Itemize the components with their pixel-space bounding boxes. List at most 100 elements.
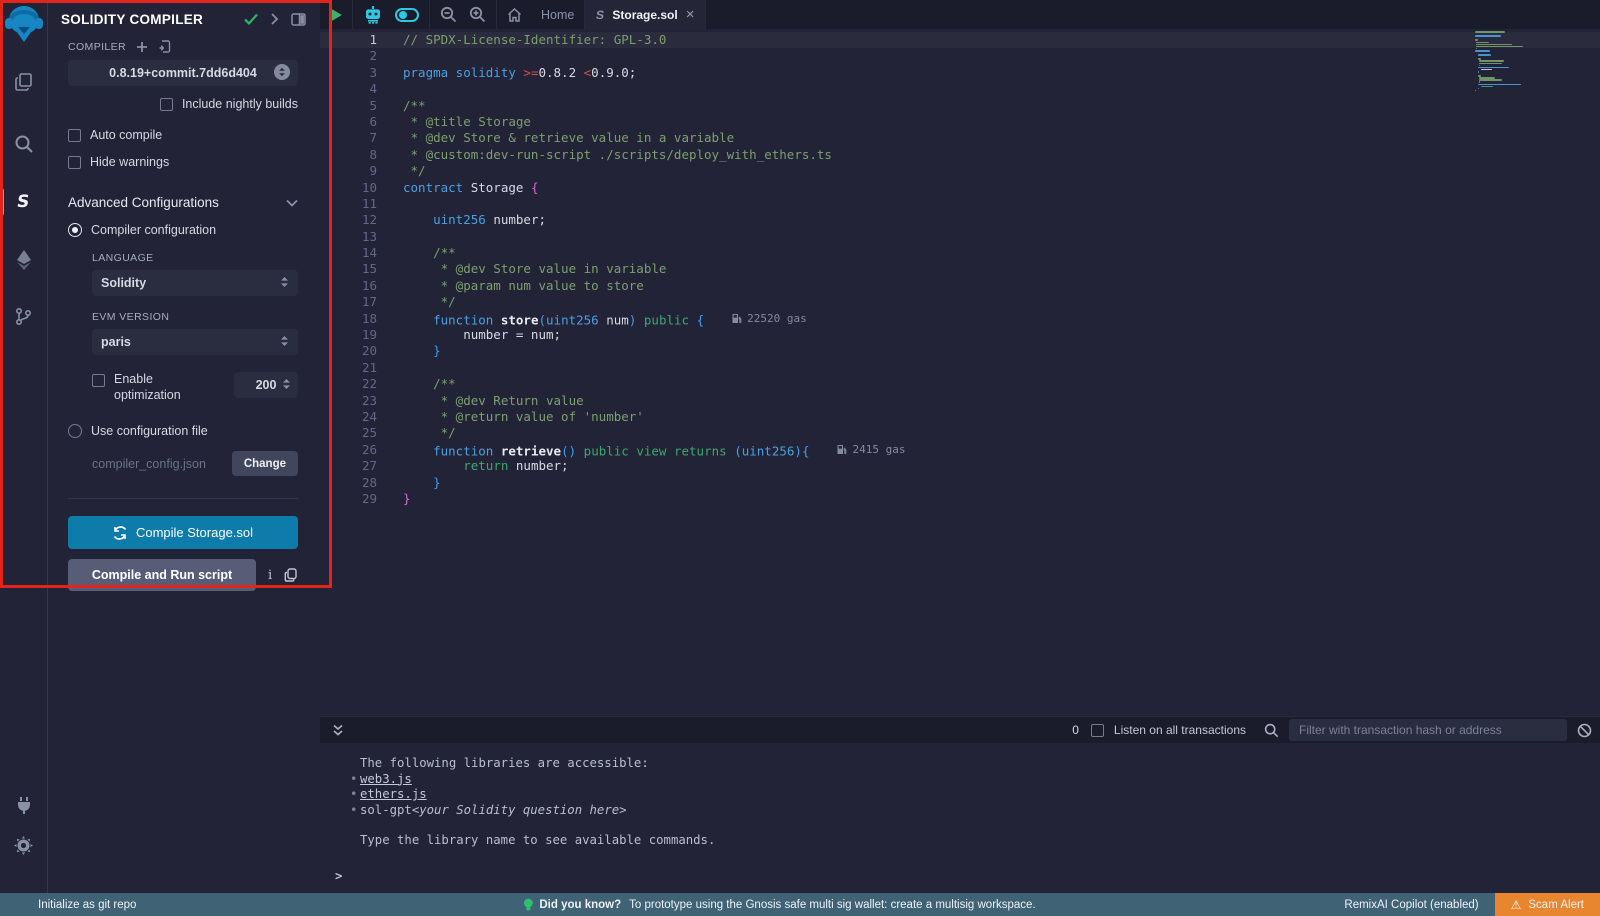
- code-line[interactable]: 27 return number;: [320, 458, 1600, 474]
- code-line[interactable]: 14 /**: [320, 245, 1600, 261]
- terminal-prompt[interactable]: >: [335, 869, 1600, 885]
- minimap-line: [1478, 71, 1479, 73]
- solidity-compiler-icon[interactable]: S: [0, 182, 48, 222]
- language-select[interactable]: Solidity: [92, 270, 298, 296]
- code-line[interactable]: 1// SPDX-License-Identifier: GPL-3.0: [320, 32, 1600, 48]
- git-init-status[interactable]: Initialize as git repo: [0, 899, 136, 911]
- run-script-play-icon[interactable]: [330, 8, 342, 22]
- did-you-know-tip: Did you know? To prototype using the Gno…: [523, 898, 1035, 912]
- line-number: 15: [320, 261, 377, 277]
- scam-alert-button[interactable]: ⚠ Scam Alert: [1495, 893, 1600, 916]
- code-line[interactable]: 6 * @title Storage: [320, 114, 1600, 130]
- remix-logo[interactable]: [0, 2, 48, 48]
- chevron-down-icon: [286, 196, 298, 210]
- include-nightly-checkbox-row[interactable]: Include nightly builds: [68, 97, 298, 111]
- line-number: 23: [320, 393, 377, 409]
- code-line[interactable]: 15 * @dev Store value in variable: [320, 261, 1600, 277]
- compiler-configuration-radio-row[interactable]: Compiler configuration: [68, 223, 298, 237]
- compiler-version-select[interactable]: 0.8.19+commit.7dd6d404: [68, 60, 298, 86]
- line-number: 8: [320, 147, 377, 163]
- line-number: 10: [320, 180, 377, 196]
- tab-storage-sol[interactable]: S Storage.sol ×: [585, 0, 706, 29]
- code-line[interactable]: 10contract Storage {: [320, 180, 1600, 196]
- auto-compile-checkbox[interactable]: [68, 129, 81, 142]
- zoom-in-icon[interactable]: [469, 6, 486, 23]
- code-line[interactable]: 22 /**: [320, 376, 1600, 392]
- stepper-caret-icon[interactable]: [282, 378, 291, 393]
- code-line[interactable]: 12 uint256 number;: [320, 212, 1600, 228]
- code-line[interactable]: 25 */: [320, 425, 1600, 441]
- listen-transactions-checkbox[interactable]: [1091, 724, 1104, 737]
- change-config-button[interactable]: Change: [232, 451, 298, 476]
- tab-close-icon[interactable]: ×: [686, 7, 695, 22]
- code-line[interactable]: 24 * @return value of 'number': [320, 409, 1600, 425]
- code-line[interactable]: 21: [320, 360, 1600, 376]
- copilot-status[interactable]: RemixAI Copilot (enabled): [1344, 899, 1478, 911]
- copy-icon[interactable]: [284, 568, 297, 582]
- line-number: 25: [320, 425, 377, 441]
- code-line[interactable]: 19 number = num;: [320, 327, 1600, 343]
- code-line[interactable]: 20 }: [320, 343, 1600, 359]
- code-line[interactable]: 17 */: [320, 294, 1600, 310]
- info-icon[interactable]: i: [268, 568, 272, 583]
- code-line[interactable]: 23 * @dev Return value: [320, 393, 1600, 409]
- auto-compile-checkbox-row[interactable]: Auto compile: [68, 128, 298, 142]
- code-line[interactable]: 9 */: [320, 163, 1600, 179]
- deploy-run-icon[interactable]: [0, 240, 48, 280]
- transaction-filter-input[interactable]: [1289, 719, 1567, 741]
- include-nightly-checkbox[interactable]: [160, 98, 173, 111]
- git-icon[interactable]: [0, 296, 48, 336]
- file-explorer-icon[interactable]: [0, 62, 48, 102]
- pin-panel-icon[interactable]: [291, 13, 306, 26]
- chevron-right-icon[interactable]: [270, 13, 279, 25]
- search-icon[interactable]: [0, 124, 48, 164]
- code-line[interactable]: 5/**: [320, 98, 1600, 114]
- import-compiler-icon[interactable]: [158, 40, 171, 53]
- terminal-search-icon[interactable]: [1264, 723, 1279, 738]
- hide-warnings-checkbox[interactable]: [68, 156, 81, 169]
- add-compiler-icon[interactable]: [136, 41, 148, 53]
- code-line[interactable]: 3pragma solidity >=0.8.2 <0.9.0;: [320, 65, 1600, 81]
- expand-terminal-icon[interactable]: [332, 724, 344, 737]
- hide-warnings-checkbox-row[interactable]: Hide warnings: [68, 155, 298, 169]
- terminal-output[interactable]: The following libraries are accessible: …: [320, 743, 1600, 893]
- line-number: 21: [320, 360, 377, 376]
- optimization-runs-input[interactable]: 200: [234, 372, 298, 398]
- advanced-configurations-header[interactable]: Advanced Configurations: [68, 195, 298, 210]
- enable-optimization-checkbox[interactable]: [92, 374, 105, 387]
- code-line[interactable]: 4: [320, 81, 1600, 97]
- evm-version-select[interactable]: paris: [92, 329, 298, 355]
- home-icon: [507, 8, 522, 22]
- code-editor[interactable]: 1// SPDX-License-Identifier: GPL-3.023pr…: [320, 29, 1600, 716]
- code-line[interactable]: 28 }: [320, 475, 1600, 491]
- compile-and-run-button[interactable]: Compile and Run script: [68, 559, 256, 591]
- transaction-count: 0: [1072, 723, 1079, 737]
- code-line[interactable]: 8 * @custom:dev-run-script ./scripts/dep…: [320, 147, 1600, 163]
- remix-ide: S: [0, 0, 1600, 916]
- library-link[interactable]: web3.js: [360, 772, 412, 788]
- line-number: 4: [320, 81, 377, 97]
- use-configuration-file-radio-row[interactable]: Use configuration file: [68, 424, 298, 438]
- use-configuration-file-radio[interactable]: [68, 424, 82, 438]
- copilot-toggle[interactable]: [395, 8, 419, 22]
- compile-button[interactable]: Compile Storage.sol: [68, 516, 298, 549]
- code-line[interactable]: 16 * @param num value to store: [320, 278, 1600, 294]
- code-line[interactable]: 26 function retrieve() public view retur…: [320, 442, 1600, 458]
- compiler-configuration-radio[interactable]: [68, 223, 82, 237]
- ai-copilot-robot-icon[interactable]: [363, 6, 383, 24]
- clear-terminal-icon[interactable]: [1577, 723, 1592, 738]
- code-line[interactable]: 18 function store(uint256 num) public {2…: [320, 311, 1600, 327]
- main-area: Home S Storage.sol × 1// SPDX-License-Id…: [320, 0, 1600, 893]
- line-number: 29: [320, 491, 377, 507]
- code-line[interactable]: 13: [320, 229, 1600, 245]
- code-line[interactable]: 7 * @dev Store & retrieve value in a var…: [320, 130, 1600, 146]
- code-line[interactable]: 2: [320, 48, 1600, 64]
- code-line[interactable]: 11: [320, 196, 1600, 212]
- zoom-out-icon[interactable]: [440, 6, 457, 23]
- library-link[interactable]: ethers.js: [360, 787, 427, 803]
- home-tab[interactable]: Home: [497, 0, 585, 29]
- code-line[interactable]: 29}: [320, 491, 1600, 507]
- plugin-manager-icon[interactable]: [0, 785, 48, 825]
- panel-title: SOLIDITY COMPILER: [61, 12, 232, 27]
- settings-gear-icon[interactable]: [0, 825, 48, 865]
